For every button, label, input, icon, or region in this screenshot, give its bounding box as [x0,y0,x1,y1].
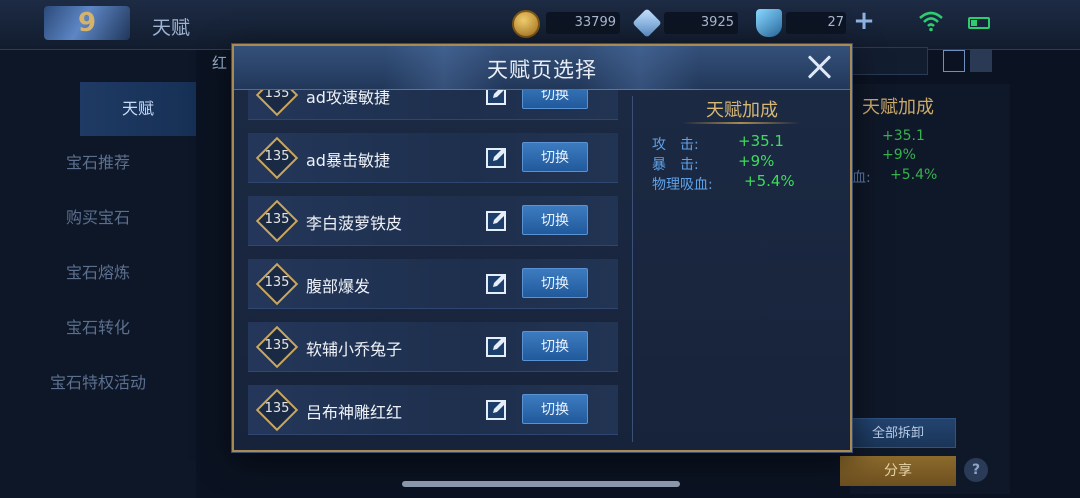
coin-count: 33799 [574,15,616,30]
bonus-stat-label: 物理吸血: [652,177,713,193]
sidebar-item-talent[interactable]: 天赋 [80,82,196,136]
list-item: 135 ad暴击敏捷 切换 [248,133,618,183]
bonus-stat-lifesteal: 物理吸血: +5.4% [652,172,795,194]
game-logo[interactable]: 9 [44,6,130,40]
bonus-stat-crit: 暴 击: +9% [652,152,774,174]
talent-page-name: 李白菠萝铁皮 [306,214,403,233]
sidebar-item-gem-privilege[interactable]: 宝石特权活动 [0,356,196,410]
switch-button[interactable]: 切换 [522,205,588,235]
level-badge: 135 [254,90,300,117]
diamond-icon [632,8,662,38]
background-stat-3: +5.4% [890,167,938,183]
bonus-stat-value: +9% [738,152,775,170]
diamond-count: 3925 [700,15,734,30]
level-badge: 135 [254,325,300,369]
help-icon[interactable]: ? [964,458,988,482]
bonus-stat-value: +5.4% [744,172,795,190]
bonus-stat-attack: 攻 击: +35.1 [652,132,784,154]
list-item: 135 ad攻速敏捷 切换 [248,90,618,120]
sidebar-item-gem-convert[interactable]: 宝石转化 [0,301,196,355]
coin-icon [512,10,540,38]
edit-icon[interactable] [486,272,508,294]
dialog-title: 天赋页选择 [487,58,597,82]
dialog-header: 天赋页选择 [234,46,850,90]
talent-page-list[interactable]: 135 ad攻速敏捷 切换 135 ad暴击敏捷 切换 135 李白菠萝铁皮 切… [248,90,618,444]
background-page-name-field[interactable] [850,47,928,75]
bonus-title: 天赋加成 [706,100,778,121]
list-item: 135 吕布神雕红红 切换 [248,385,618,435]
voucher-icon [756,9,782,37]
switch-button[interactable]: 切换 [522,142,588,172]
background-edit-icon[interactable] [943,50,965,72]
talent-page-name: ad暴击敏捷 [306,151,390,170]
bonus-stat-value: +35.1 [738,132,784,150]
bonus-stat-label: 攻 击: [652,137,699,153]
background-stat-2: +9% [882,147,916,163]
home-indicator[interactable] [402,481,680,487]
background-tab-label: 红 [212,54,228,72]
switch-button[interactable]: 切换 [522,268,588,298]
talent-page-name: ad攻速敏捷 [306,90,390,107]
level-badge: 135 [254,388,300,432]
talent-page-name: 软辅小乔兔子 [306,340,403,359]
background-stat-label-3: 血: [852,170,871,186]
level-badge: 135 [254,262,300,306]
list-item: 135 软辅小乔兔子 切换 [248,322,618,372]
bonus-title-underline [682,122,800,124]
wifi-icon [919,11,943,32]
coin-resource: 33799 [546,11,620,35]
page-title: 天赋 [152,17,191,39]
talent-page-dialog: 天赋页选择 135 ad攻速敏捷 切换 135 ad暴击敏捷 切换 135 李白… [232,44,852,452]
sidebar-item-gem-recommend[interactable]: 宝石推荐 [0,136,196,190]
background-grid-icon[interactable] [970,50,992,72]
level-badge: 135 [254,136,300,180]
switch-button[interactable]: 切换 [522,90,588,109]
talent-page-name: 腹部爆发 [306,277,371,296]
demolish-all-button[interactable]: 全部拆卸 [840,418,956,448]
battery-icon [968,17,990,29]
switch-button[interactable]: 切换 [522,331,588,361]
close-icon[interactable] [804,52,834,82]
talent-page-name: 吕布神雕红红 [306,403,403,422]
add-currency-icon[interactable]: + [852,8,876,34]
diamond-resource: 3925 [664,11,738,35]
share-button[interactable]: 分享 [840,456,956,486]
level-badge: 135 [254,199,300,243]
dialog-divider [632,96,633,442]
bonus-stat-label: 暴 击: [652,157,699,173]
top-bar: 9 天赋 33799 3925 27 + [0,0,1080,50]
edit-icon[interactable] [486,398,508,420]
list-item: 135 李白菠萝铁皮 切换 [248,196,618,246]
sidebar-item-gem-smelt[interactable]: 宝石熔炼 [0,246,196,300]
background-bonus-title: 天赋加成 [862,97,934,118]
edit-icon[interactable] [486,146,508,168]
sidebar-item-buy-gem[interactable]: 购买宝石 [0,191,196,245]
background-stat-1: +35.1 [882,128,925,144]
voucher-count: 27 [827,15,844,30]
edit-icon[interactable] [486,335,508,357]
voucher-resource: 27 [786,11,846,35]
switch-button[interactable]: 切换 [522,394,588,424]
edit-icon[interactable] [486,209,508,231]
edit-icon[interactable] [486,90,508,105]
list-item: 135 腹部爆发 切换 [248,259,618,309]
sidebar: 天赋 宝石推荐 购买宝石 宝石熔炼 宝石转化 宝石特权活动 [0,50,196,498]
